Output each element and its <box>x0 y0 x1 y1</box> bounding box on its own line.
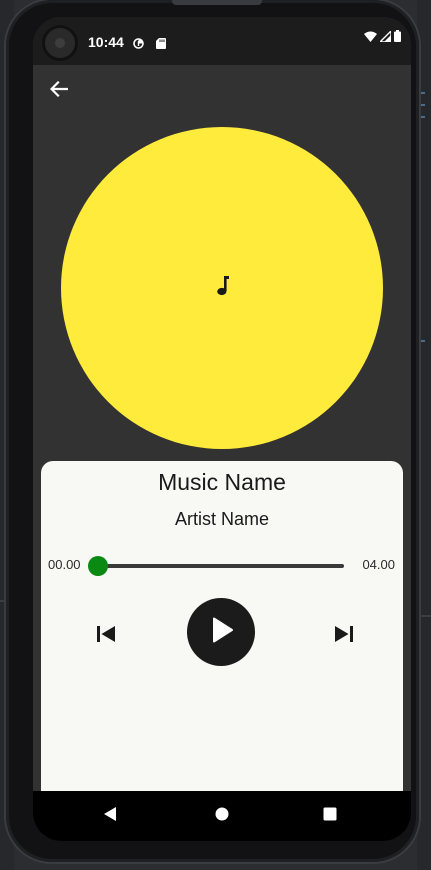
nav-home-button[interactable] <box>211 805 233 827</box>
album-art <box>61 127 383 449</box>
back-triangle-icon <box>103 806 117 827</box>
wifi-icon <box>364 29 377 47</box>
seek-thumb[interactable] <box>88 556 108 576</box>
recents-square-icon <box>323 807 337 826</box>
total-time: 04.00 <box>362 557 395 572</box>
music-note-icon <box>215 275 229 302</box>
player-panel: Music Name Artist Name 00.00 04.00 <box>41 461 403 801</box>
signal-icon <box>378 29 392 47</box>
nav-back-button[interactable] <box>99 805 121 827</box>
status-clock: 10:44 <box>88 34 124 50</box>
system-navigation-bar <box>33 791 411 841</box>
seek-slider[interactable] <box>88 555 344 577</box>
phone-frame: 10:44 Music Name Artist Name 00.00 04.00 <box>6 0 419 862</box>
back-button[interactable] <box>45 77 73 105</box>
status-icons <box>364 29 401 47</box>
arrow-left-icon <box>49 80 69 102</box>
status-bar: 10:44 <box>33 17 411 65</box>
skip-next-icon <box>331 626 357 651</box>
battery-icon <box>394 29 401 47</box>
seek-track <box>98 564 344 568</box>
previous-button[interactable] <box>93 621 119 647</box>
data-saver-icon <box>133 36 144 49</box>
phone-top-edge <box>172 0 262 5</box>
nav-recents-button[interactable] <box>319 805 341 827</box>
sd-card-icon <box>156 36 167 49</box>
home-circle-icon <box>215 807 229 826</box>
current-time: 00.00 <box>48 557 81 572</box>
track-title: Music Name <box>158 469 286 495</box>
track-artist: Artist Name <box>174 509 270 529</box>
play-icon <box>206 615 236 650</box>
ide-right-edge <box>417 0 431 870</box>
play-button[interactable] <box>187 598 255 666</box>
phone-screen: 10:44 Music Name Artist Name 00.00 04.00 <box>33 17 411 841</box>
ide-divider <box>417 615 431 617</box>
front-camera <box>45 28 75 58</box>
skip-previous-icon <box>93 626 119 651</box>
next-button[interactable] <box>331 621 357 647</box>
